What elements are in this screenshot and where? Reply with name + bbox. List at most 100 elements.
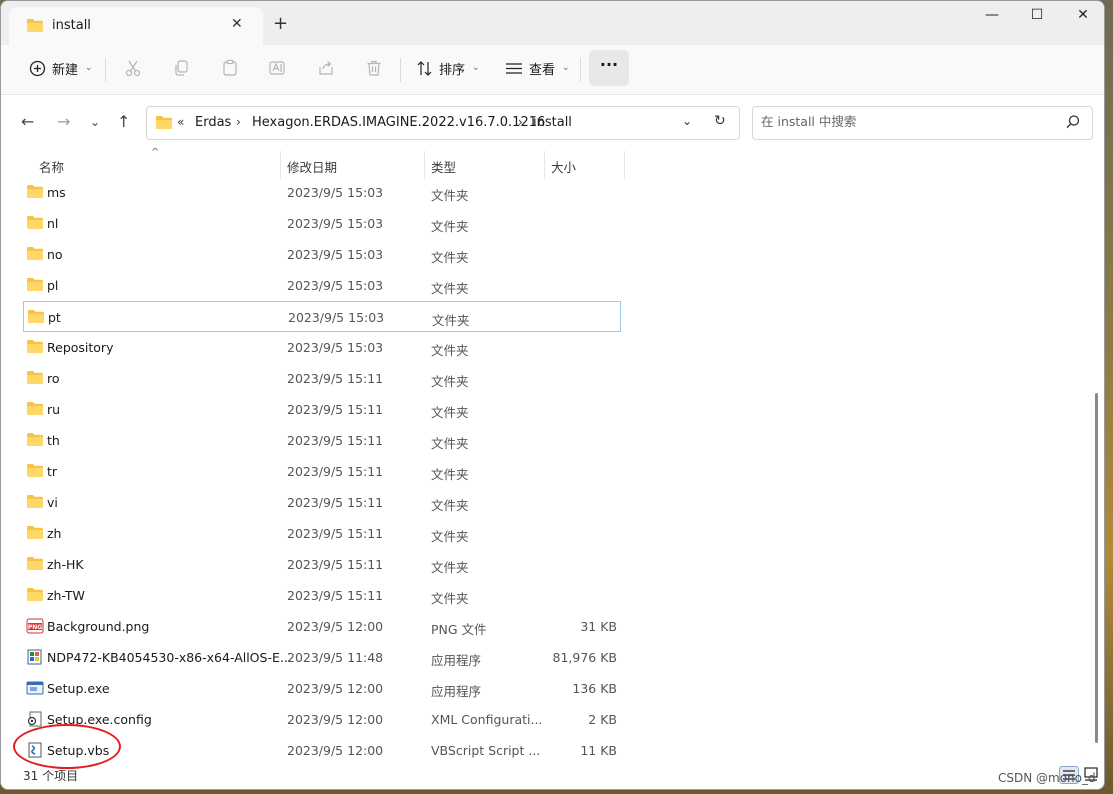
address-history-chevron-icon[interactable]: ⌄ — [682, 114, 692, 128]
list-item[interactable]: vi 2023/9/5 15:11 文件夹 — [23, 487, 621, 518]
breadcrumb-erdas[interactable]: Erdas — [195, 115, 231, 130]
file-name: Repository — [47, 340, 114, 355]
list-item[interactable]: PNG Background.png 2023/9/5 12:00 PNG 文件 31 … — [23, 611, 621, 642]
file-name: Setup.exe.config — [47, 712, 152, 727]
tab-title: install — [52, 18, 91, 33]
forward-arrow-icon[interactable]: → — [57, 112, 70, 131]
file-name: nl — [47, 216, 59, 231]
file-date: 2023/9/5 12:00 — [287, 619, 384, 634]
list-item[interactable]: Setup.exe 2023/9/5 12:00 应用程序 136 KB — [23, 673, 621, 704]
vertical-scrollbar[interactable] — [1095, 393, 1098, 743]
folder-icon — [26, 432, 44, 448]
list-item[interactable]: zh-TW 2023/9/5 15:11 文件夹 — [23, 580, 621, 611]
recent-locations-chevron-icon[interactable]: ⌄ — [90, 115, 100, 129]
file-type: VBScript Script ... — [431, 743, 541, 758]
list-item[interactable]: th 2023/9/5 15:11 文件夹 — [23, 425, 621, 456]
new-tab-button[interactable]: + — [273, 13, 288, 34]
list-item[interactable]: ru 2023/9/5 15:11 文件夹 — [23, 394, 621, 425]
address-bar[interactable]: « Erdas › Hexagon.ERDAS.IMAGINE.2022.v16… — [146, 106, 740, 140]
divider — [580, 58, 581, 82]
folder-icon — [26, 556, 44, 572]
folder-icon — [26, 463, 44, 479]
search-box[interactable] — [752, 106, 1093, 140]
column-header-type[interactable]: 类型 — [431, 157, 456, 176]
chevron-down-icon: ⌄ — [472, 63, 480, 73]
refresh-icon[interactable]: ↻ — [714, 113, 726, 129]
file-type: 文件夹 — [431, 250, 469, 265]
paste-button[interactable] — [221, 45, 239, 91]
more-options-button[interactable]: ··· — [589, 50, 629, 86]
file-name: zh-TW — [47, 588, 85, 603]
cut-button[interactable] — [124, 45, 142, 91]
explorer-window: install ✕ + — ☐ ✕ 新建 ⌄ 排序 ⌄ 查看 ⌄ ··· ← →… — [0, 0, 1105, 790]
file-date: 2023/9/5 15:11 — [287, 495, 384, 510]
list-item[interactable]: pl 2023/9/5 15:03 文件夹 — [23, 270, 621, 301]
list-item[interactable]: ro 2023/9/5 15:11 文件夹 — [23, 363, 621, 394]
list-item[interactable]: pt 2023/9/5 15:03 文件夹 — [23, 301, 621, 332]
breadcrumb-hexagon[interactable]: Hexagon.ERDAS.IMAGINE.2022.v16.7.0.1216 — [252, 115, 545, 130]
overflow-crumb[interactable]: « — [177, 115, 184, 129]
file-type: 文件夹 — [431, 281, 469, 296]
column-header-size[interactable]: 大小 — [551, 157, 576, 176]
delete-button[interactable] — [365, 45, 383, 91]
breadcrumb-separator[interactable]: › — [236, 115, 241, 129]
list-item[interactable]: zh-HK 2023/9/5 15:11 文件夹 — [23, 549, 621, 580]
breadcrumb-separator[interactable]: › — [518, 115, 523, 129]
column-header-date[interactable]: 修改日期 — [287, 157, 337, 176]
search-icon[interactable] — [1065, 114, 1081, 133]
back-arrow-icon[interactable]: ← — [21, 112, 34, 131]
file-type: 文件夹 — [432, 313, 470, 328]
file-name: ru — [47, 402, 61, 417]
folder-icon — [26, 587, 44, 603]
file-size: 2 KB — [588, 712, 617, 727]
file-date: 2023/9/5 15:11 — [287, 588, 384, 603]
address-row: ← → ⌄ ↑ « Erdas › Hexagon.ERDAS.IMAGINE.… — [1, 95, 1104, 151]
column-header-name[interactable]: 名称 — [39, 157, 64, 176]
tab-install[interactable]: install ✕ — [9, 7, 263, 45]
list-item[interactable]: Repository 2023/9/5 15:03 文件夹 — [23, 332, 621, 363]
file-date: 2023/9/5 15:11 — [287, 526, 384, 541]
file-name: ms — [47, 185, 66, 200]
tab-close-icon[interactable]: ✕ — [231, 16, 243, 32]
folder-icon — [26, 401, 44, 417]
list-item[interactable]: no 2023/9/5 15:03 文件夹 — [23, 239, 621, 270]
view-button[interactable]: 查看 ⌄ — [505, 45, 570, 91]
close-button[interactable]: ✕ — [1060, 7, 1104, 27]
command-bar: 新建 ⌄ 排序 ⌄ 查看 ⌄ ··· — [1, 45, 1104, 95]
maximize-button[interactable]: ☐ — [1014, 7, 1060, 27]
png-file-icon: PNG — [26, 618, 44, 634]
column-divider[interactable] — [624, 151, 625, 179]
folder-icon — [26, 525, 44, 541]
list-item[interactable]: Setup.exe.config 2023/9/5 12:00 XML Config… — [23, 704, 621, 735]
file-date: 2023/9/5 15:03 — [287, 247, 384, 262]
new-button[interactable]: 新建 ⌄ — [29, 45, 93, 91]
column-divider[interactable] — [424, 151, 425, 179]
title-bar: install ✕ + — ☐ ✕ — [1, 1, 1104, 45]
column-divider[interactable] — [280, 151, 281, 179]
file-date: 2023/9/5 15:11 — [287, 402, 384, 417]
file-type: 文件夹 — [431, 343, 469, 358]
chevron-down-icon: ⌄ — [85, 63, 93, 73]
file-size: 31 KB — [580, 619, 617, 634]
list-item[interactable]: tr 2023/9/5 15:11 文件夹 — [23, 456, 621, 487]
column-divider[interactable] — [544, 151, 545, 179]
file-type: 应用程序 — [431, 653, 482, 668]
file-name: Background.png — [47, 619, 150, 634]
status-bar: 31 个项目 — [1, 763, 1104, 789]
share-button[interactable] — [317, 45, 335, 91]
new-label: 新建 — [52, 62, 79, 78]
copy-button[interactable] — [173, 45, 191, 91]
minimize-button[interactable]: — — [969, 7, 1015, 27]
breadcrumb-install[interactable]: install — [533, 115, 572, 130]
list-item[interactable]: zh 2023/9/5 15:11 文件夹 — [23, 518, 621, 549]
search-input[interactable] — [761, 114, 1051, 129]
rename-button[interactable] — [268, 45, 286, 91]
list-item[interactable]: nl 2023/9/5 15:03 文件夹 — [23, 208, 621, 239]
share-icon — [319, 61, 333, 75]
file-date: 2023/9/5 15:11 — [287, 464, 384, 479]
list-item[interactable]: Setup.vbs 2023/9/5 12:00 VBScript Script .… — [23, 735, 621, 766]
list-item[interactable]: ms 2023/9/5 15:03 文件夹 — [23, 177, 621, 208]
up-arrow-icon[interactable]: ↑ — [117, 112, 130, 131]
sort-button[interactable]: 排序 ⌄ — [416, 45, 480, 91]
list-item[interactable]: NDP472-KB4054530-x86-x64-AllOS-E... 2023/… — [23, 642, 621, 673]
